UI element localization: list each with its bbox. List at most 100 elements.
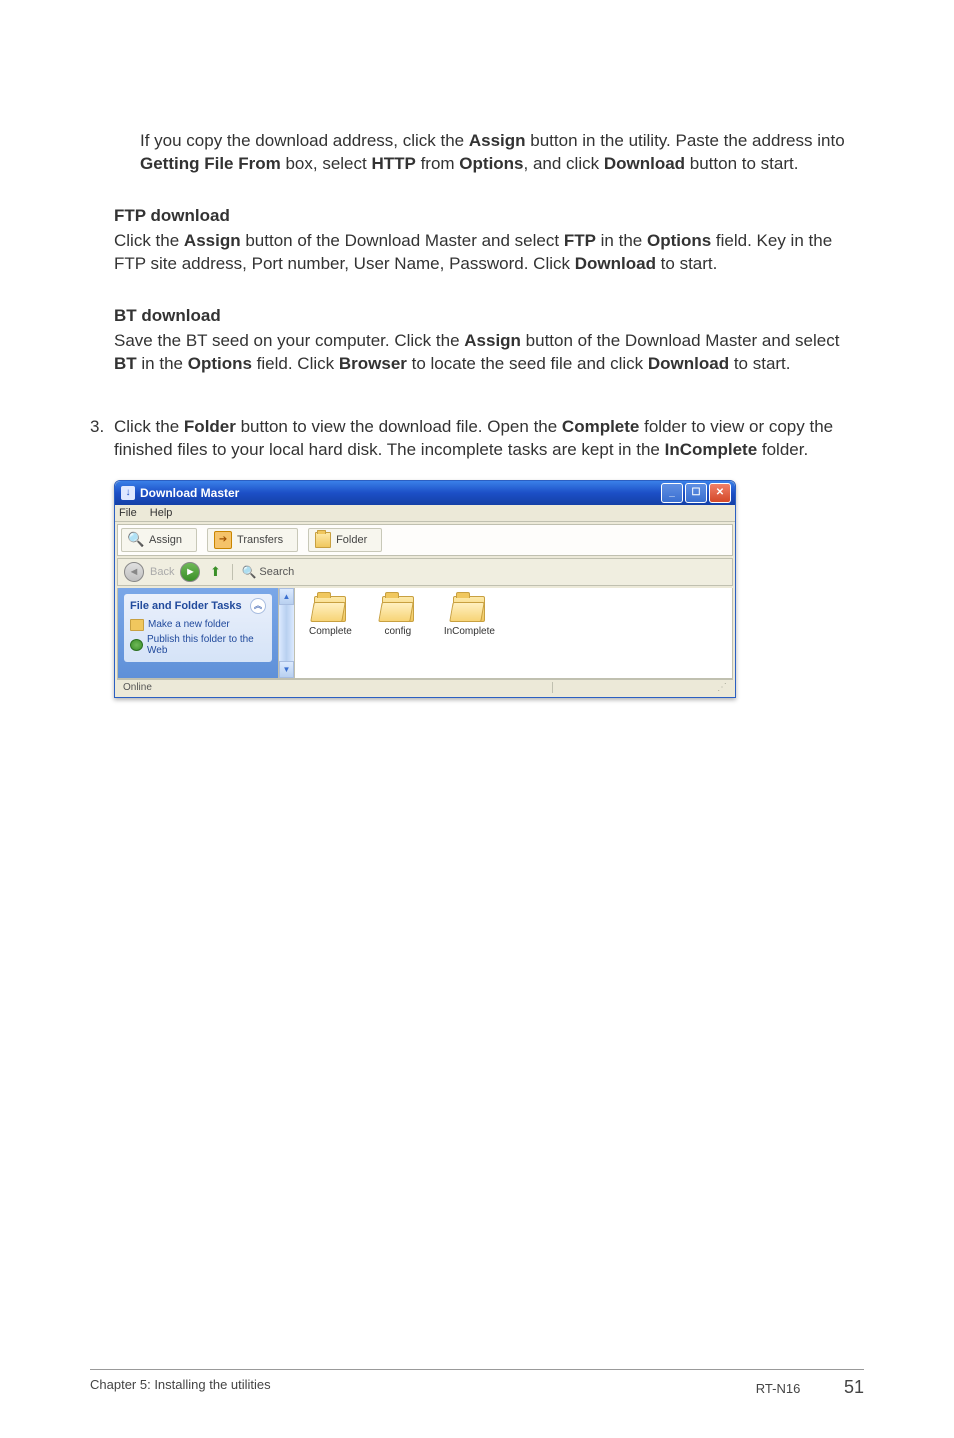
- folder-complete[interactable]: Complete: [309, 596, 352, 670]
- folder-incomplete[interactable]: InComplete: [444, 596, 495, 670]
- chevron-up-icon: ︽: [250, 598, 266, 614]
- footer-chapter: Chapter 5: Installing the utilities: [90, 1377, 756, 1398]
- footer-right: RT-N16 51: [756, 1377, 864, 1398]
- search-button[interactable]: 🔍 Search: [241, 565, 294, 579]
- side-card-heading[interactable]: File and Folder Tasks ︽: [130, 598, 266, 616]
- link-label: Make a new folder: [148, 619, 230, 630]
- text: button of the Download Master and select: [521, 331, 839, 350]
- section-bt: BT download Save the BT seed on your com…: [114, 306, 864, 376]
- window-buttons: _ ☐ ✕: [661, 483, 731, 503]
- text: , and click: [524, 154, 604, 173]
- menu-help[interactable]: Help: [150, 507, 173, 519]
- page-content: If you copy the download address, click …: [0, 0, 954, 698]
- folder-label: InComplete: [444, 626, 495, 637]
- term-assign: Assign: [184, 231, 241, 250]
- side-panel: File and Folder Tasks ︽ Make a new folde…: [118, 588, 278, 678]
- transfers-button[interactable]: ➔ Transfers: [207, 528, 298, 552]
- paragraph-ftp: Click the Assign button of the Download …: [114, 230, 864, 276]
- text: button in the utility. Paste the address…: [526, 131, 845, 150]
- folder-config[interactable]: config: [382, 596, 414, 670]
- text: Click the: [114, 417, 184, 436]
- folder-icon: [314, 596, 346, 622]
- transfers-label: Transfers: [237, 534, 283, 546]
- search-label: Search: [259, 566, 294, 578]
- minimize-button[interactable]: _: [661, 483, 683, 503]
- term-bt: BT: [114, 354, 137, 373]
- forward-button[interactable]: ►: [180, 562, 200, 582]
- text: button to start.: [685, 154, 798, 173]
- link-label: Publish this folder to the Web: [147, 634, 266, 656]
- term-folder: Folder: [184, 417, 236, 436]
- side-card-title: File and Folder Tasks: [130, 600, 242, 612]
- text: folder.: [757, 440, 808, 459]
- step-number: 3.: [90, 416, 114, 462]
- text: field. Click: [252, 354, 339, 373]
- term-ftp: FTP: [564, 231, 596, 250]
- toolbar: 🔍 Assign ➔ Transfers Folder: [117, 524, 733, 556]
- heading-bt-download: BT download: [114, 306, 864, 326]
- transfers-icon: ➔: [214, 531, 232, 549]
- globe-icon: [130, 639, 143, 651]
- separator: [232, 564, 233, 580]
- new-folder-icon: [130, 619, 144, 631]
- titlebar[interactable]: ↓ Download Master _ ☐ ✕: [115, 481, 735, 505]
- page-footer: Chapter 5: Installing the utilities RT-N…: [90, 1377, 864, 1398]
- app-icon: ↓: [121, 486, 135, 500]
- scroll-up-icon[interactable]: ▲: [279, 588, 294, 605]
- paragraph-bt: Save the BT seed on your computer. Click…: [114, 330, 864, 376]
- text: button of the Download Master and select: [241, 231, 564, 250]
- term-assign: Assign: [464, 331, 521, 350]
- search-icon: 🔍: [241, 565, 256, 579]
- term-http: HTTP: [371, 154, 415, 173]
- term-options: Options: [188, 354, 252, 373]
- assign-button[interactable]: 🔍 Assign: [121, 528, 197, 552]
- menu-file[interactable]: File: [119, 507, 137, 519]
- scroll-down-icon[interactable]: ▼: [279, 661, 294, 678]
- text: If you copy the download address, click …: [140, 131, 469, 150]
- text: to locate the seed file and click: [407, 354, 648, 373]
- folder-label: Complete: [309, 626, 352, 637]
- scroll-thumb[interactable]: [279, 605, 294, 661]
- file-area: Complete config InComplete: [295, 588, 732, 678]
- nav-bar: ◄ Back ► ⬆ 🔍 Search: [117, 558, 733, 586]
- publish-folder-link[interactable]: Publish this folder to the Web: [130, 634, 266, 656]
- term-download: Download: [648, 354, 729, 373]
- text: from: [416, 154, 459, 173]
- folder-button[interactable]: Folder: [308, 528, 382, 552]
- make-new-folder-link[interactable]: Make a new folder: [130, 619, 266, 631]
- side-card: File and Folder Tasks ︽ Make a new folde…: [124, 594, 272, 662]
- term-complete: Complete: [562, 417, 639, 436]
- assign-icon: 🔍: [128, 532, 144, 548]
- term-getting-file-from: Getting File From: [140, 154, 281, 173]
- term-options: Options: [647, 231, 711, 250]
- term-assign: Assign: [469, 131, 526, 150]
- up-button[interactable]: ⬆: [206, 563, 224, 581]
- assign-label: Assign: [149, 534, 182, 546]
- term-browser: Browser: [339, 354, 407, 373]
- text: Save the BT seed on your computer. Click…: [114, 331, 464, 350]
- folder-icon: [315, 532, 331, 548]
- resize-grip-icon[interactable]: ⋰: [713, 682, 727, 693]
- back-button[interactable]: ◄: [124, 562, 144, 582]
- maximize-button[interactable]: ☐: [685, 483, 707, 503]
- text: box, select: [281, 154, 372, 173]
- section-ftp: FTP download Click the Assign button of …: [114, 206, 864, 276]
- folder-icon: [382, 596, 414, 622]
- text: Click the: [114, 231, 184, 250]
- status-text: Online: [123, 682, 152, 693]
- footer-divider: [90, 1369, 864, 1370]
- folder-label: Folder: [336, 534, 367, 546]
- text: button to view the download file. Open t…: [236, 417, 562, 436]
- step-text: Click the Folder button to view the down…: [114, 416, 864, 462]
- scrollbar[interactable]: ▲ ▼: [278, 588, 295, 678]
- status-bar: Online ⋰: [117, 679, 733, 695]
- window-title: Download Master: [140, 486, 661, 500]
- step-3: 3. Click the Folder button to view the d…: [90, 416, 864, 462]
- term-options: Options: [459, 154, 523, 173]
- text: in the: [137, 354, 188, 373]
- text: to start.: [656, 254, 717, 273]
- download-master-window: ↓ Download Master _ ☐ ✕ File Help 🔍 Assi…: [114, 480, 736, 698]
- close-button[interactable]: ✕: [709, 483, 731, 503]
- paragraph-assign-http: If you copy the download address, click …: [140, 130, 864, 176]
- heading-ftp-download: FTP download: [114, 206, 864, 226]
